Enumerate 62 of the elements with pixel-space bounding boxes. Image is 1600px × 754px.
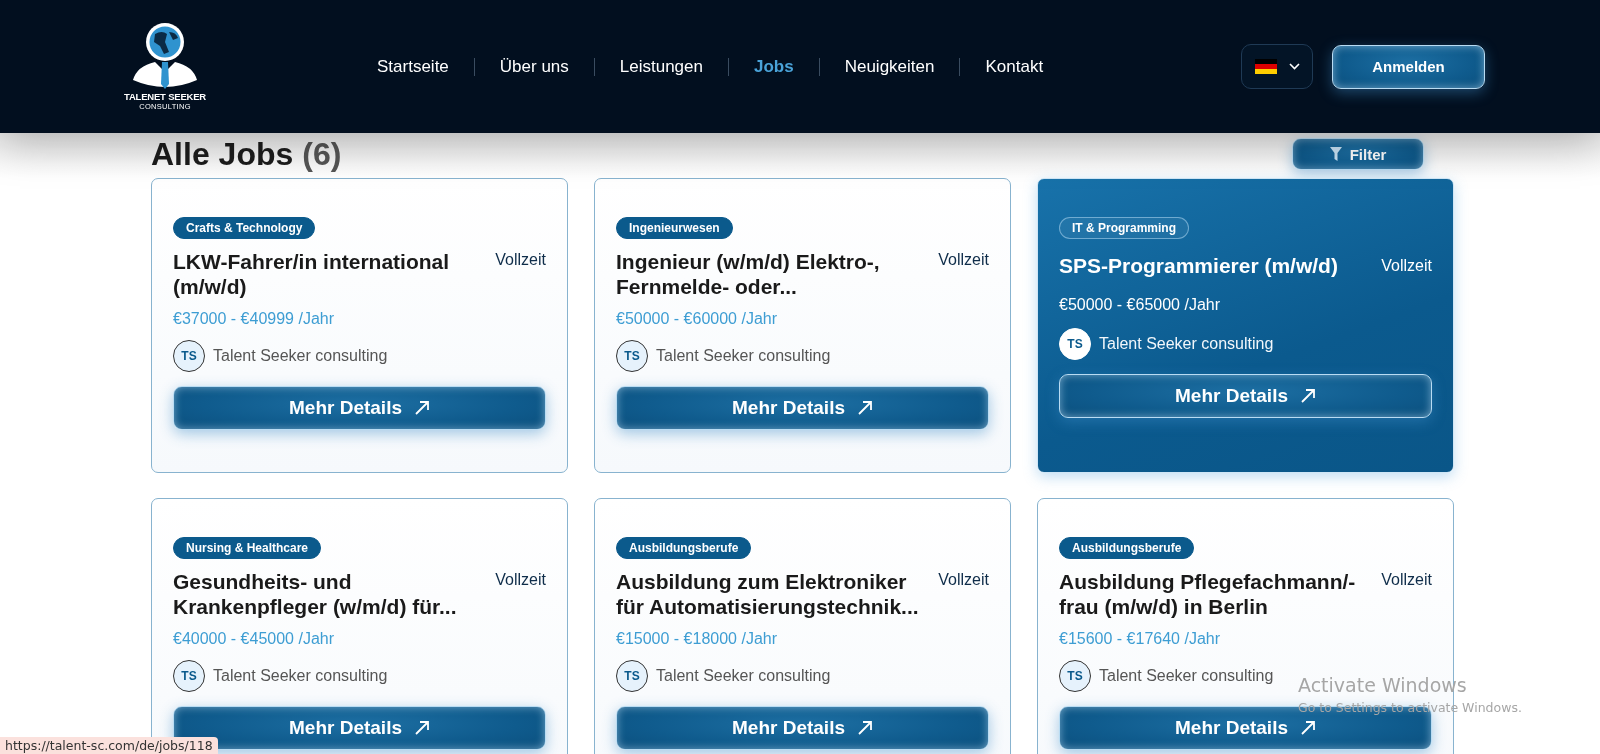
arrow-icon — [1300, 388, 1316, 404]
category-tag: Ausbildungsberufe — [616, 537, 752, 559]
salary-range: €50000 - €60000 /Jahr — [616, 310, 778, 328]
details-button[interactable]: Mehr Details — [1059, 374, 1432, 418]
job-title: Ingenieur (w/m/d) Elektro-, Fernmelde- oder... — [616, 249, 881, 299]
language-selector[interactable] — [1241, 44, 1313, 89]
employment-type: Vollzeit — [495, 250, 546, 270]
salary-range: €37000 - €40999 /Jahr — [173, 310, 335, 328]
arrow-icon — [414, 720, 430, 736]
job-count: (6) — [302, 135, 342, 173]
chevron-down-icon — [1288, 63, 1300, 70]
company-name: Talent Seeker consulting — [1099, 667, 1274, 685]
company-avatar: TS — [173, 340, 205, 372]
flag-icon — [1254, 59, 1277, 74]
company-avatar: TS — [173, 660, 205, 692]
employment-type: Vollzeit — [938, 250, 989, 270]
company-avatar: TS — [1059, 660, 1091, 692]
employment-type: Vollzeit — [1381, 256, 1432, 276]
job-title: Ausbildung Pflegefachmann/-frau (m/w/d) in Berlin — [1059, 569, 1357, 619]
salary-range: €40000 - €45000 /Jahr — [173, 630, 335, 648]
arrow-icon — [414, 400, 430, 416]
nav-link[interactable]: Über uns — [474, 56, 594, 77]
arrow-icon — [1300, 720, 1316, 736]
company-avatar: TS — [616, 340, 648, 372]
category-tag: Ingenieurwesen — [616, 217, 733, 239]
job-title: SPS-Programmierer (m/w/d) — [1059, 253, 1339, 278]
status-url: https://talent-sc.com/de/jobs/118 — [0, 737, 218, 754]
employment-type: Vollzeit — [1381, 570, 1432, 590]
salary-range: €15600 - €17640 /Jahr — [1059, 630, 1221, 648]
job-title: Gesundheits- und Krankenpfleger (w/m/d) für... — [173, 569, 458, 619]
details-button[interactable]: Mehr Details — [173, 386, 546, 430]
details-button[interactable]: Mehr Details — [616, 706, 989, 750]
arrow-icon — [857, 400, 873, 416]
category-tag: Crafts & Technology — [173, 217, 316, 239]
filter-button[interactable]: Filter — [1292, 138, 1424, 170]
employment-type: Vollzeit — [938, 570, 989, 590]
arrow-icon — [857, 720, 873, 736]
company-avatar: TS — [1059, 328, 1091, 360]
logo-title: TALENET SEEKER — [124, 91, 206, 102]
login-button[interactable]: Anmelden — [1332, 44, 1485, 89]
job-title: LKW-Fahrer/in international (m/w/d) — [173, 249, 451, 299]
funnel-icon — [1329, 147, 1342, 161]
nav-link[interactable]: Jobs — [729, 56, 819, 77]
details-button[interactable]: Mehr Details — [616, 386, 989, 430]
salary-range: €50000 - €65000 /Jahr — [1059, 296, 1221, 314]
page-heading: Alle Jobs — [151, 135, 294, 173]
category-tag: IT & Programming — [1059, 217, 1189, 239]
nav-link[interactable]: Neuigkeiten — [819, 56, 960, 77]
company-name: Talent Seeker consulting — [656, 667, 831, 685]
nav-link[interactable]: Kontakt — [960, 56, 1069, 77]
employment-type: Vollzeit — [495, 570, 546, 590]
job-title: Ausbildung zum Elektroniker für Automatisierungstechnik... — [616, 569, 920, 619]
company-name: Talent Seeker consulting — [213, 347, 388, 365]
salary-range: €15000 - €18000 /Jahr — [616, 630, 778, 648]
nav-link[interactable]: Startseite — [352, 56, 474, 77]
company-name: Talent Seeker consulting — [213, 667, 388, 685]
company-name: Talent Seeker consulting — [656, 347, 831, 365]
company-name: Talent Seeker consulting — [1099, 335, 1274, 353]
nav-link[interactable]: Leistungen — [594, 56, 728, 77]
company-avatar: TS — [616, 660, 648, 692]
category-tag: Nursing & Healthcare — [173, 537, 322, 559]
category-tag: Ausbildungsberufe — [1059, 537, 1195, 559]
